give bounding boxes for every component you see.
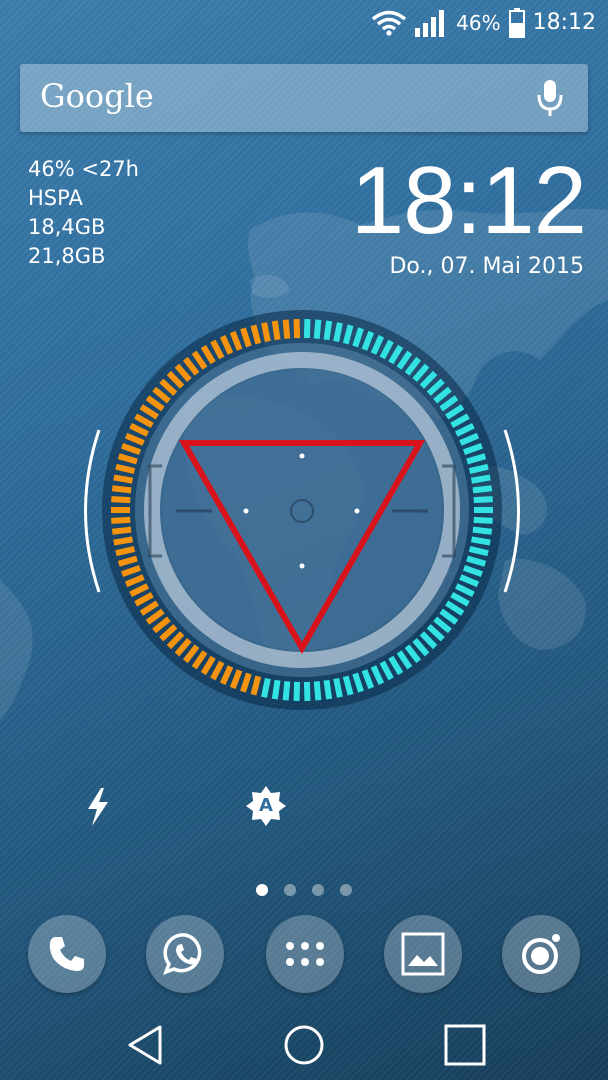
ring-tick — [282, 681, 291, 701]
gallery-icon — [401, 932, 445, 976]
ring-tick — [113, 474, 134, 484]
page-indicator[interactable] — [256, 884, 352, 896]
ring-tick — [113, 536, 134, 546]
app-drawer-icon — [286, 942, 324, 966]
google-search-bar[interactable]: Google — [20, 64, 588, 132]
ring-tick — [282, 319, 291, 339]
ring-tick — [472, 485, 493, 494]
status-bar: 46% 18:12 — [0, 0, 608, 46]
right-bracket-arc — [503, 429, 520, 593]
back-icon — [128, 1025, 162, 1065]
ring-tick — [313, 681, 322, 701]
battery-ring-widget[interactable] — [70, 300, 534, 730]
ring-tick — [271, 320, 281, 341]
app-drawer-button[interactable] — [266, 915, 344, 993]
ring-tick — [111, 496, 131, 504]
flash-icon[interactable] — [76, 785, 120, 829]
ring-tick — [111, 516, 131, 524]
ring-tick — [115, 463, 136, 474]
gallery-button[interactable] — [384, 915, 462, 993]
signal-icon — [415, 10, 445, 37]
camera-icon — [522, 934, 560, 974]
mic-icon[interactable] — [534, 78, 566, 118]
ring-tick — [313, 319, 322, 339]
battery-stat: 46% <27h — [28, 157, 139, 181]
ring-tick — [261, 677, 271, 698]
auto-brightness-label: A — [259, 795, 273, 816]
phone-button[interactable] — [28, 915, 106, 993]
ring-tick — [473, 496, 493, 504]
ring-tick — [333, 322, 343, 343]
status-time: 18:12 — [532, 10, 596, 35]
ring-tick — [470, 536, 491, 546]
home-icon — [284, 1025, 324, 1065]
storage-stat-1: 18,4GB — [28, 215, 106, 239]
recents-icon — [444, 1024, 486, 1066]
ring-tick — [303, 318, 311, 339]
auto-brightness-toggle[interactable]: A — [244, 784, 288, 828]
ring-tick — [271, 679, 281, 700]
page-dot[interactable] — [340, 884, 352, 896]
storage-stat-2: 21,8GB — [28, 244, 106, 268]
battery-icon — [508, 8, 525, 38]
wifi-icon — [372, 10, 407, 36]
back-button[interactable] — [118, 1018, 172, 1072]
home-button[interactable] — [277, 1018, 331, 1072]
ring-tick — [115, 546, 136, 557]
ring-tick — [468, 463, 489, 474]
ring-tick — [470, 474, 491, 484]
page-dot[interactable] — [256, 884, 268, 896]
whatsapp-icon — [163, 933, 202, 975]
ring-tick — [261, 322, 271, 343]
ring-tick — [323, 679, 333, 700]
ring-tick — [293, 681, 301, 702]
search-label: Google — [40, 77, 154, 115]
ring-tick — [293, 318, 301, 339]
camera-button[interactable] — [502, 915, 580, 993]
ring-tick — [468, 546, 489, 557]
network-stat: HSPA — [28, 186, 83, 210]
phone-icon — [49, 937, 84, 971]
page-dot[interactable] — [284, 884, 296, 896]
left-bracket-arc — [84, 429, 101, 593]
ring-tick — [111, 485, 132, 494]
ring-tick — [472, 526, 493, 535]
ring-tick — [303, 681, 311, 702]
clock-date: Do., 07. Mai 2015 — [389, 254, 584, 279]
clock-time[interactable]: 18:12 — [351, 146, 587, 256]
ring-tick — [473, 516, 493, 524]
whatsapp-button[interactable] — [146, 915, 224, 993]
page-dot[interactable] — [312, 884, 324, 896]
ring-tick — [323, 320, 333, 341]
recents-button[interactable] — [438, 1018, 492, 1072]
battery-percent: 46% — [456, 11, 501, 35]
ring-tick — [333, 677, 343, 698]
ring-tick — [111, 526, 132, 535]
system-stats-widget[interactable]: 46% <27h HSPA 18,4GB 21,8GB — [28, 155, 139, 271]
